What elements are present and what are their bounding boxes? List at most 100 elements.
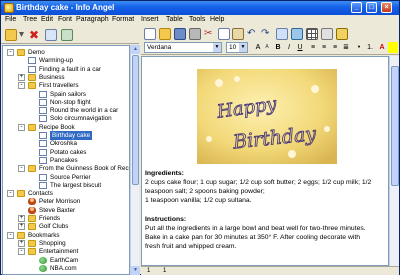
chevron-down-icon[interactable]: ▼: [239, 43, 247, 52]
collapse-icon[interactable]: -: [7, 49, 14, 56]
note-tree[interactable]: - Demo Warming-up Finding a fault in a car +…: [2, 45, 130, 275]
properties-icon[interactable]: [45, 29, 57, 41]
person-icon: [28, 198, 36, 206]
folder-icon: [28, 123, 36, 131]
align-center-icon[interactable]: ≡: [319, 42, 329, 53]
font-color-icon[interactable]: A: [377, 42, 387, 53]
editor-scrollbar[interactable]: [389, 56, 399, 266]
document-icon: [39, 132, 47, 139]
tree-scrollbar[interactable]: ▲ ▼: [130, 45, 140, 275]
expand-icon[interactable]: +: [18, 73, 25, 81]
ingredients-line: 1 teaspoon vanilla; 1/2 cup sultana.: [145, 197, 252, 204]
status-bar: 1 1: [141, 266, 399, 275]
document-icon: [28, 57, 36, 65]
folder-icon: [28, 248, 36, 256]
app-icon: [4, 3, 14, 13]
menu-file[interactable]: File: [5, 16, 16, 23]
open-icon[interactable]: [159, 28, 171, 40]
document-editor[interactable]: Happy Birthday Ingredients: 2 cups cake …: [141, 56, 389, 266]
document-icon: [39, 115, 47, 123]
menu-format[interactable]: Format: [112, 16, 134, 23]
expand-icon[interactable]: +: [18, 239, 25, 247]
folder-icon: [17, 190, 25, 198]
menu-font[interactable]: Font: [58, 16, 72, 23]
title-bar[interactable]: Birthday cake - Info Angel _ □ ×: [1, 1, 399, 15]
font-select-value: Verdana: [147, 44, 172, 51]
minimize-button[interactable]: _: [351, 2, 362, 13]
collapse-icon[interactable]: -: [7, 190, 14, 198]
expand-icon[interactable]: +: [18, 223, 25, 231]
undo-icon[interactable]: ↶: [247, 28, 259, 40]
collapse-icon[interactable]: -: [7, 231, 14, 239]
collapse-icon[interactable]: -: [18, 248, 25, 256]
status-line: 1: [147, 268, 151, 274]
scroll-up-icon[interactable]: ▲: [131, 45, 140, 54]
folder-icon: [28, 73, 36, 81]
collapse-icon[interactable]: -: [18, 165, 25, 173]
copy-icon[interactable]: [218, 28, 230, 40]
print-icon[interactable]: [189, 28, 201, 40]
underline-button[interactable]: U: [295, 42, 305, 53]
italic-button[interactable]: I: [284, 42, 294, 53]
instructions-line: Put all the ingredients in a large bowl …: [145, 225, 366, 232]
chevron-down-icon[interactable]: ▼: [213, 43, 221, 52]
cut-icon[interactable]: ✂: [204, 28, 216, 40]
scroll-down-icon[interactable]: ▼: [131, 266, 140, 275]
document-icon: [28, 65, 36, 73]
status-column: 1: [163, 268, 167, 274]
new-document-icon[interactable]: [144, 28, 156, 40]
move-node-icon[interactable]: [61, 29, 73, 41]
link-icon[interactable]: [321, 28, 333, 40]
insert-table-icon[interactable]: [306, 28, 318, 40]
folder-icon: [17, 49, 25, 56]
menu-tree[interactable]: Tree: [23, 16, 37, 23]
ingredients-line: teaspoon salt; 2 spoons baking powder;: [145, 188, 265, 195]
document-icon: [39, 90, 47, 98]
maximize-button[interactable]: □: [366, 2, 377, 13]
menu-help[interactable]: Help: [210, 16, 224, 23]
globe-icon: [39, 256, 47, 264]
menu-table[interactable]: Table: [166, 16, 183, 23]
highlight-icon[interactable]: [336, 28, 348, 40]
collapse-icon[interactable]: -: [18, 82, 25, 90]
menu-tools[interactable]: Tools: [189, 16, 205, 23]
instructions-heading: Instructions:: [145, 216, 187, 223]
app-window: Birthday cake - Info Angel _ □ × File Tr…: [0, 0, 400, 275]
save-icon[interactable]: [174, 28, 186, 40]
collapse-icon[interactable]: -: [18, 123, 25, 131]
menu-paragraph[interactable]: Paragraph: [76, 16, 109, 23]
dropdown-arrow-icon[interactable]: [19, 32, 24, 37]
numbered-list-icon[interactable]: 1.: [365, 42, 375, 53]
delete-icon[interactable]: ✖: [29, 29, 41, 41]
document-icon: [39, 140, 47, 148]
align-right-icon[interactable]: ≡: [330, 42, 340, 53]
redo-icon[interactable]: ↷: [261, 28, 273, 40]
justify-icon[interactable]: ≣: [341, 42, 351, 53]
bullet-list-icon[interactable]: •: [354, 42, 364, 53]
bold-button[interactable]: B: [273, 42, 283, 53]
find-icon[interactable]: [276, 28, 288, 40]
font-size-select[interactable]: 10 ▼: [226, 42, 248, 53]
tree-scroll-thumb[interactable]: [132, 55, 139, 185]
tree-node[interactable]: NBA.com: [3, 264, 129, 273]
editor-toolbar: ✂ ↶ ↷ Verdana ▼ 10 ▼ A A B I U ≡ ≡ ≡ ≣ •…: [141, 27, 399, 55]
menu-edit[interactable]: Edit: [41, 16, 53, 23]
background-color-icon[interactable]: [388, 42, 398, 53]
insert-image-icon[interactable]: [291, 28, 303, 40]
font-select[interactable]: Verdana ▼: [144, 42, 222, 53]
align-left-icon[interactable]: ≡: [308, 42, 318, 53]
font-size-value: 10: [229, 44, 237, 51]
folder-icon: [28, 82, 36, 90]
paste-icon[interactable]: [232, 28, 244, 40]
folder-icon: [28, 165, 36, 173]
ingredients-line: 2 cups cake flour; 1 cup sugar; 1/2 cup …: [145, 179, 372, 186]
close-button[interactable]: ×: [381, 2, 392, 13]
tree-toolbar: ✖: [1, 27, 139, 44]
editor-scroll-thumb[interactable]: [391, 66, 399, 186]
instructions-line: fresh fruit and whipped cream.: [145, 243, 237, 250]
expand-icon[interactable]: +: [18, 215, 25, 222]
document-icon: [39, 156, 47, 164]
font-size-down-icon[interactable]: A: [262, 42, 272, 53]
new-folder-icon[interactable]: [5, 29, 17, 41]
menu-insert[interactable]: Insert: [141, 16, 159, 23]
